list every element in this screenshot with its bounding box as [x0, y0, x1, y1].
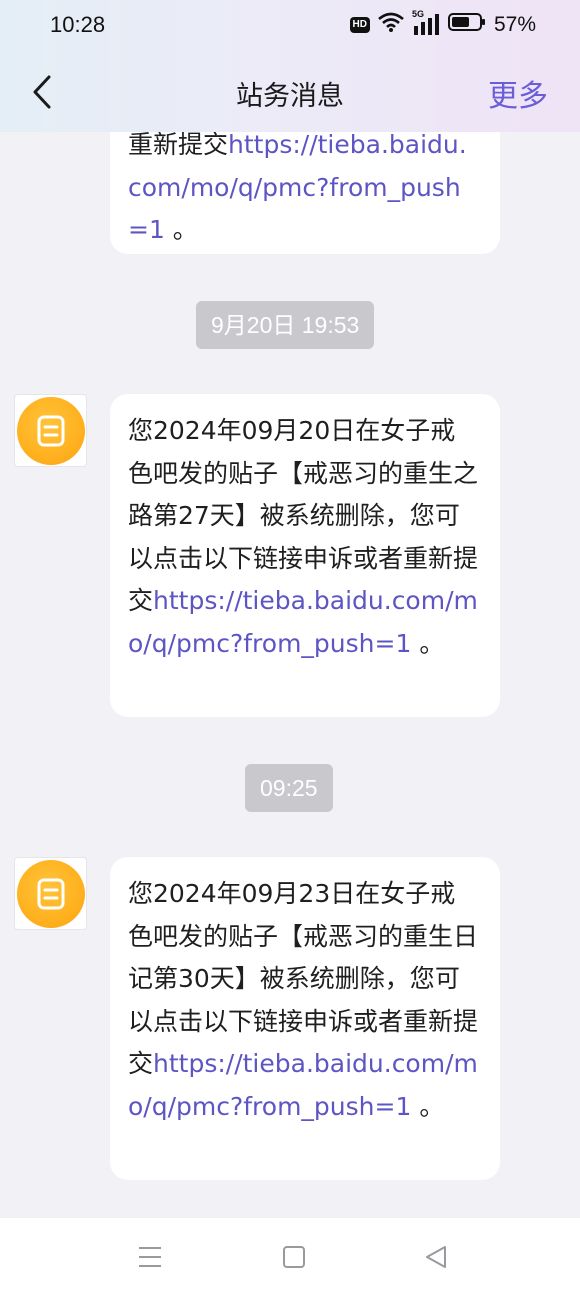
avatar[interactable]: [14, 857, 87, 930]
menu-icon[interactable]: [137, 1244, 163, 1274]
message-list[interactable]: 重新提交https://tieba.baidu.com/mo/q/pmc?fro…: [0, 132, 580, 1218]
status-bar: 10:28 HD 5G 57%: [0, 0, 580, 52]
more-button[interactable]: 更多: [488, 71, 548, 115]
message-suffix: 。: [411, 1091, 445, 1121]
system-navigation-bar: [0, 1218, 580, 1299]
battery-percent: 57%: [493, 13, 536, 36]
timestamp-chip: 09:25: [245, 764, 333, 812]
network-type-label: 5G: [411, 9, 424, 19]
message-suffix: 。: [164, 215, 198, 244]
hd-badge: HD: [349, 17, 370, 33]
avatar[interactable]: [14, 394, 87, 467]
cellular-signal-icon: 5G: [412, 9, 440, 36]
battery-icon: [447, 12, 486, 38]
message-bubble: 重新提交https://tieba.baidu.com/mo/q/pmc?fro…: [110, 132, 500, 254]
wifi-icon: [378, 12, 404, 38]
message-bubble: 您2024年09月23日在女子戒色吧发的贴子【戒恶习的重生日记第30天】被系统删…: [110, 857, 500, 1180]
status-icons: HD 5G 57%: [349, 9, 536, 38]
title-bar: 站务消息 更多: [0, 56, 580, 128]
status-time: 10:28: [50, 12, 106, 37]
message-text: 重新提交: [128, 132, 229, 159]
message-suffix: 。: [411, 628, 445, 658]
back-triangle-icon[interactable]: [423, 1244, 449, 1274]
notice-avatar-icon: [16, 859, 85, 928]
timestamp-chip: 9月20日 19:53: [196, 301, 375, 349]
notice-avatar-icon: [16, 396, 85, 465]
message-bubble: 您2024年09月20日在女子戒色吧发的贴子【戒恶习的重生之路第27天】被系统删…: [110, 394, 500, 717]
home-square-icon[interactable]: [281, 1244, 307, 1274]
